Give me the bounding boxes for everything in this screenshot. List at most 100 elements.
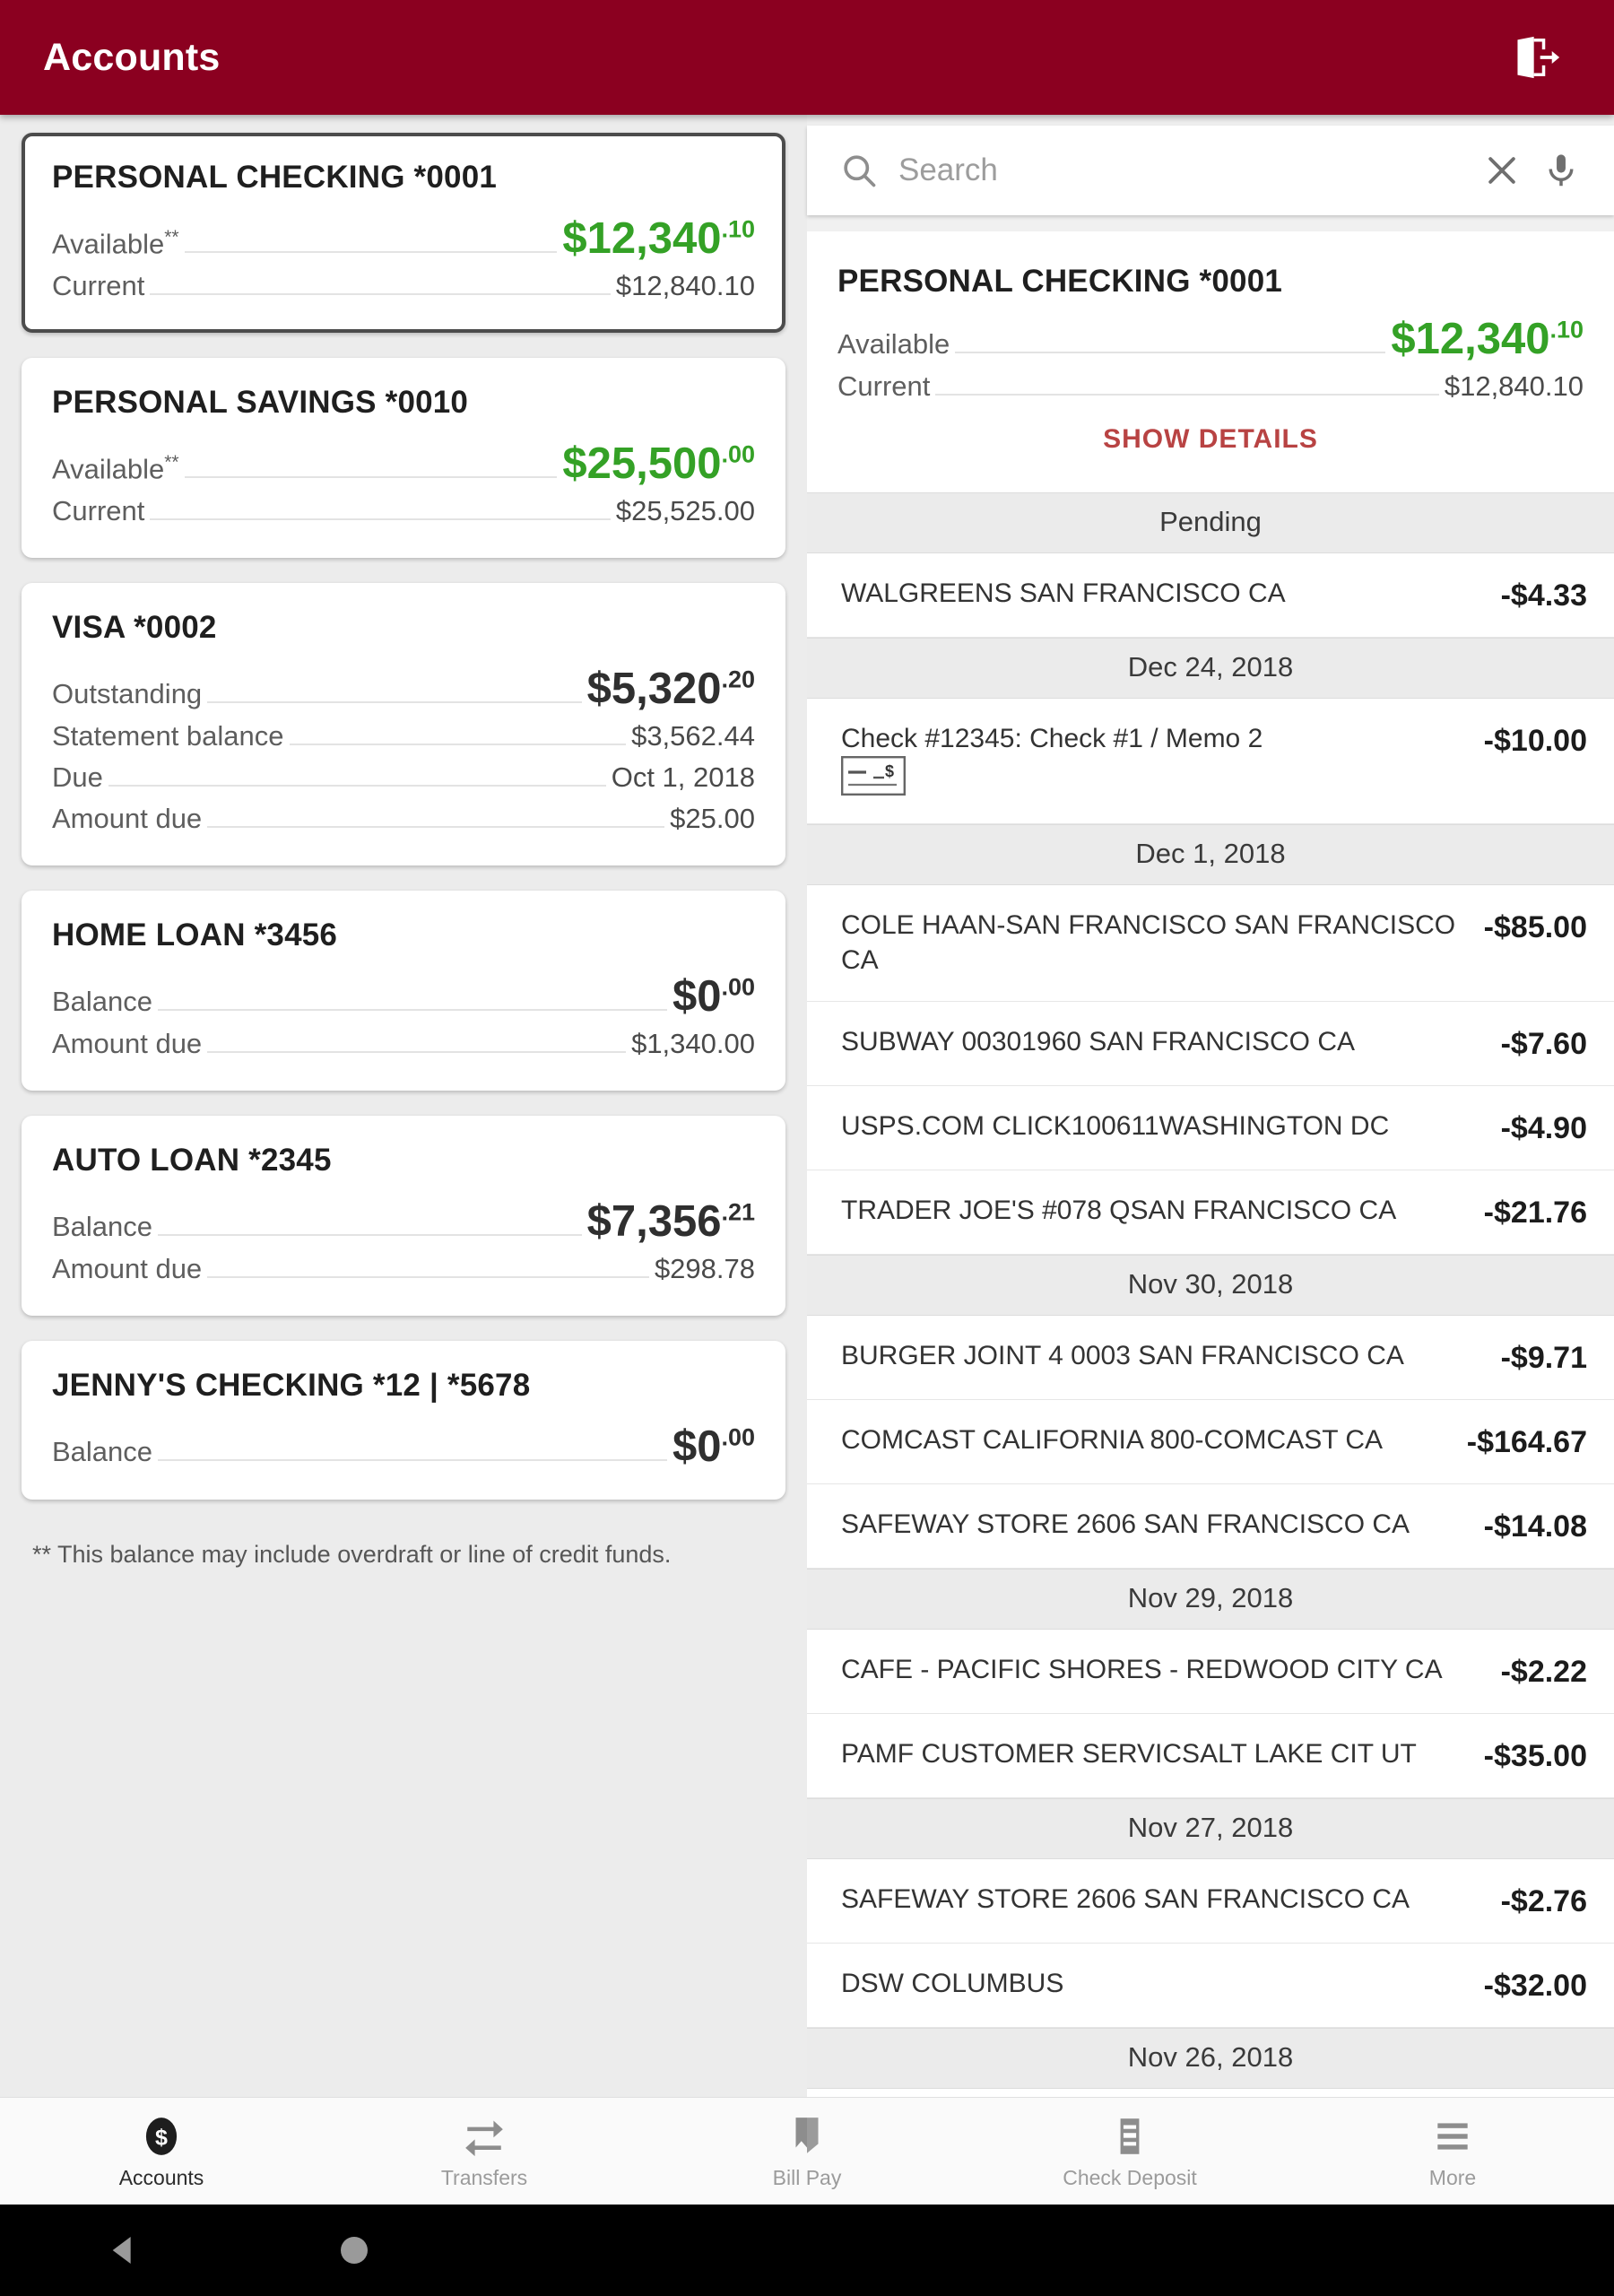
account-row-label: Available** — [52, 451, 179, 484]
transaction-row[interactable]: SAFEWAY STORE 2606 SAN FRANCISCO CA -$2.7… — [807, 1859, 1614, 1944]
voice-search-button[interactable] — [1532, 141, 1591, 200]
transaction-row[interactable]: WALGREENS SAN FRANCISCO CA -$4.33 — [807, 553, 1614, 638]
dotted-leader — [184, 251, 558, 253]
transaction-row[interactable]: SUBWAY 00301960 SAN FRANCISCO CA -$7.60 — [807, 1002, 1614, 1087]
transaction-row[interactable]: BURGER JOINT 4 0003 SAN FRANCISCO CA -$9.… — [807, 1316, 1614, 1401]
transaction-row[interactable]: CAFE - PACIFIC SHORES - REDWOOD CITY CA -… — [807, 1630, 1614, 1715]
account-row: Balance $0.00 — [52, 1425, 755, 1469]
transaction-amount: -$2.22 — [1500, 1655, 1587, 1690]
account-row: Due Oct 1, 2018 — [52, 761, 755, 794]
transaction-date-header: Nov 30, 2018 — [807, 1255, 1614, 1317]
account-card[interactable]: PERSONAL CHECKING *0001 Available** $12,34… — [22, 133, 785, 333]
account-row-value: $0.00 — [672, 972, 755, 1021]
transaction-row[interactable]: SAFEWAY STORE 2606 SAN FRANCISCO CA -$14.… — [807, 1484, 1614, 1570]
account-card[interactable]: AUTO LOAN *2345 Balance $7,356.21 Amount du… — [22, 1116, 785, 1316]
detail-row: Available $12,340.10 — [837, 317, 1584, 361]
account-card-name: HOME LOAN *3456 — [52, 918, 338, 952]
logout-button[interactable] — [1497, 19, 1575, 96]
tab-accounts[interactable]: $ Accounts — [0, 2112, 323, 2190]
account-row-value: $298.78 — [654, 1253, 755, 1284]
detail-row-label: Current — [837, 370, 931, 402]
hamburger-menu-icon — [1430, 2112, 1475, 2159]
transaction-description: CAFE - PACIFIC SHORES - REDWOOD CITY CA — [841, 1655, 1443, 1685]
system-home-button[interactable] — [296, 2205, 412, 2296]
transaction-row[interactable]: COMCAST CALIFORNIA 800-COMCAST CA -$164.6… — [807, 1400, 1614, 1485]
transaction-row[interactable]: COLE HAAN-SAN FRANCISCO SAN FRANCISCO CA… — [807, 885, 1614, 1003]
account-card[interactable]: VISA *0002 Outstanding $5,320.20 Statement … — [22, 583, 785, 865]
account-row: Balance $0.00 — [52, 975, 755, 1019]
search-bar[interactable]: Search — [807, 126, 1614, 215]
account-row: Balance $7,356.21 — [52, 1200, 755, 1244]
check-image-icon[interactable]: $ — [841, 756, 906, 799]
bill-pay-icon — [785, 2112, 829, 2159]
account-card[interactable]: PERSONAL SAVINGS *0010 Available** $25,500… — [22, 358, 785, 558]
system-navigation-bar — [0, 2205, 1614, 2296]
account-row-value: $1,340.00 — [631, 1028, 755, 1059]
transaction-amount: -$35.00 — [1483, 1739, 1587, 1774]
account-row-label: Due — [52, 761, 103, 793]
transaction-description: Check #12345: Check #1 / Memo 2 — [841, 724, 1263, 753]
tab-transfers[interactable]: Transfers — [323, 2112, 646, 2190]
tab-check-deposit[interactable]: Check Deposit — [968, 2112, 1291, 2190]
transaction-description-wrap: DSW COLUMBUS — [841, 1967, 1468, 2001]
microphone-icon — [1549, 154, 1574, 187]
transaction-description: WALGREENS SAN FRANCISCO CA — [841, 578, 1286, 608]
account-row-value: $25,500.00 — [562, 439, 755, 488]
cents: .10 — [1549, 316, 1584, 344]
transaction-description-wrap: PAMF CUSTOMER SERVICSALT LAKE CIT UT — [841, 1737, 1468, 1771]
content-area: PERSONAL CHECKING *0001 Available** $12,34… — [0, 115, 1614, 2174]
detail-row-label: Available — [837, 328, 950, 360]
dotted-leader — [207, 1276, 649, 1278]
system-back-button[interactable] — [66, 2205, 183, 2296]
account-row-label: Outstanding — [52, 678, 203, 709]
account-card[interactable]: HOME LOAN *3456 Balance $0.00 Amount due $1,… — [22, 891, 785, 1091]
transaction-date-header: Dec 1, 2018 — [807, 824, 1614, 886]
tab-bill-pay[interactable]: Bill Pay — [646, 2112, 968, 2190]
tab-label: More — [1428, 2166, 1477, 2189]
transaction-date-header: Pending — [807, 492, 1614, 553]
account-card[interactable]: JENNY'S CHECKING *12 | *5678 Balance $0.00 — [22, 1341, 785, 1500]
dotted-leader — [207, 1051, 627, 1053]
dotted-leader — [158, 1234, 582, 1236]
account-row: Amount due $298.78 — [52, 1253, 755, 1285]
transaction-list[interactable]: Pending WALGREENS SAN FRANCISCO CA -$4.33 D… — [807, 492, 1614, 2174]
account-row-value: $12,840.10 — [615, 270, 755, 301]
dotted-leader — [158, 1009, 667, 1011]
transaction-row[interactable]: TRADER JOE'S #078 QSAN FRANCISCO CA -$21.… — [807, 1170, 1614, 1256]
transaction-row[interactable]: USPS.COM CLICK100611WASHINGTON DC -$4.90 — [807, 1086, 1614, 1171]
transaction-row[interactable]: DSW COLUMBUS -$32.00 — [807, 1944, 1614, 2029]
transaction-amount: -$4.90 — [1500, 1111, 1587, 1146]
accounts-list-panel[interactable]: PERSONAL CHECKING *0001 Available** $12,34… — [0, 115, 807, 2097]
transaction-description: DSW COLUMBUS — [841, 1969, 1064, 1999]
show-details-button[interactable]: SHOW DETAILS — [837, 403, 1584, 469]
account-row: Amount due $1,340.00 — [52, 1028, 755, 1060]
transaction-amount: -$21.76 — [1483, 1196, 1587, 1231]
transaction-amount: -$10.00 — [1483, 724, 1587, 758]
close-x-icon — [1488, 157, 1515, 184]
detail-account-name: PERSONAL CHECKING *0001 — [837, 264, 1283, 299]
tab-more[interactable]: More — [1291, 2112, 1614, 2190]
account-row-label: Amount due — [52, 803, 203, 834]
transaction-date-header: Nov 29, 2018 — [807, 1569, 1614, 1631]
search-input[interactable]: Search — [837, 149, 1472, 192]
account-row-label: Amount due — [52, 1253, 203, 1284]
transaction-amount: -$4.33 — [1500, 578, 1587, 613]
search-clear-button[interactable] — [1472, 141, 1532, 200]
dotted-leader — [150, 518, 611, 520]
account-row-value: $25,525.00 — [615, 495, 755, 526]
transaction-description: COLE HAAN-SAN FRANCISCO SAN FRANCISCO CA — [841, 910, 1456, 975]
transaction-row[interactable]: Check #12345: Check #1 / Memo 2 $ -$10.00 — [807, 699, 1614, 825]
detail-row-value: $12,340.10 — [1391, 315, 1584, 363]
transaction-description: TRADER JOE'S #078 QSAN FRANCISCO CA — [841, 1196, 1397, 1226]
account-row: Outstanding $5,320.20 — [52, 667, 755, 711]
account-row-label: Current — [52, 270, 145, 301]
account-row-label: Available** — [52, 226, 179, 259]
app-bar: Accounts — [0, 0, 1614, 115]
transaction-description-wrap: WALGREENS SAN FRANCISCO CA — [841, 577, 1485, 611]
dotted-leader — [935, 394, 1439, 396]
account-card-name: JENNY'S CHECKING *12 | *5678 — [52, 1368, 531, 1403]
cents: .00 — [721, 440, 755, 468]
dotted-leader — [289, 744, 627, 745]
transaction-row[interactable]: PAMF CUSTOMER SERVICSALT LAKE CIT UT -$35… — [807, 1714, 1614, 1799]
cents: .20 — [721, 665, 755, 693]
